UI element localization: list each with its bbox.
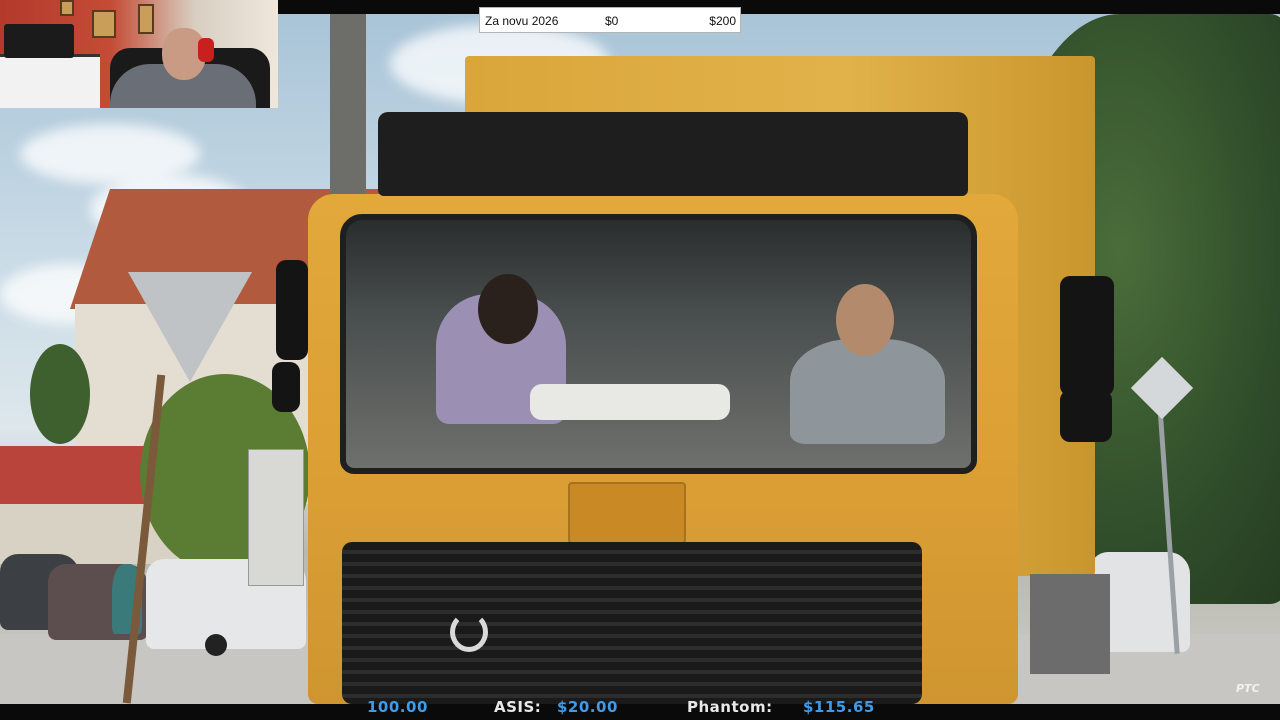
side-mirror-lower (1060, 390, 1112, 442)
passenger-head (478, 274, 538, 344)
channel-logo: PTC (1236, 682, 1260, 695)
ticker-asis-value: $20.00 (557, 698, 618, 716)
ticker-first-value: 100.00 (367, 698, 428, 716)
desk (0, 54, 100, 108)
truck-grille (342, 542, 922, 704)
wall-picture (92, 10, 116, 38)
donation-goal-label: Za novu 2026 (485, 14, 559, 28)
video-frame (0, 14, 1280, 704)
donation-current-amount: $0 (605, 14, 619, 28)
side-mirror (1060, 276, 1114, 396)
side-mirror-left (276, 260, 308, 360)
donation-goal-amount: $200 (709, 14, 736, 28)
ticker-phantom-value: $115.65 (803, 698, 875, 716)
webcam-overlay (0, 0, 278, 108)
ticker-phantom-label: Phantom: (687, 698, 773, 716)
donation-goal-widget: Za novu 2026 $0 $200 (479, 7, 741, 33)
yield-sign (128, 272, 252, 382)
front-plate (568, 482, 686, 544)
side-mirror-left-lower (272, 362, 300, 412)
wall-picture (138, 4, 154, 34)
ticker-asis-label: ASIS: (494, 698, 542, 716)
truck-emblem (450, 612, 488, 652)
car-wheel (205, 634, 227, 656)
wall-picture (60, 0, 74, 16)
truck-sun-visor (378, 112, 968, 196)
letterbox-bottom (0, 704, 1280, 720)
monitor (4, 24, 74, 58)
driver-head (836, 284, 894, 356)
electric-box (248, 449, 304, 586)
tree (30, 344, 90, 444)
dashboard-items (530, 384, 730, 420)
truck-chassis (1030, 574, 1110, 674)
headphones-icon (198, 38, 214, 62)
